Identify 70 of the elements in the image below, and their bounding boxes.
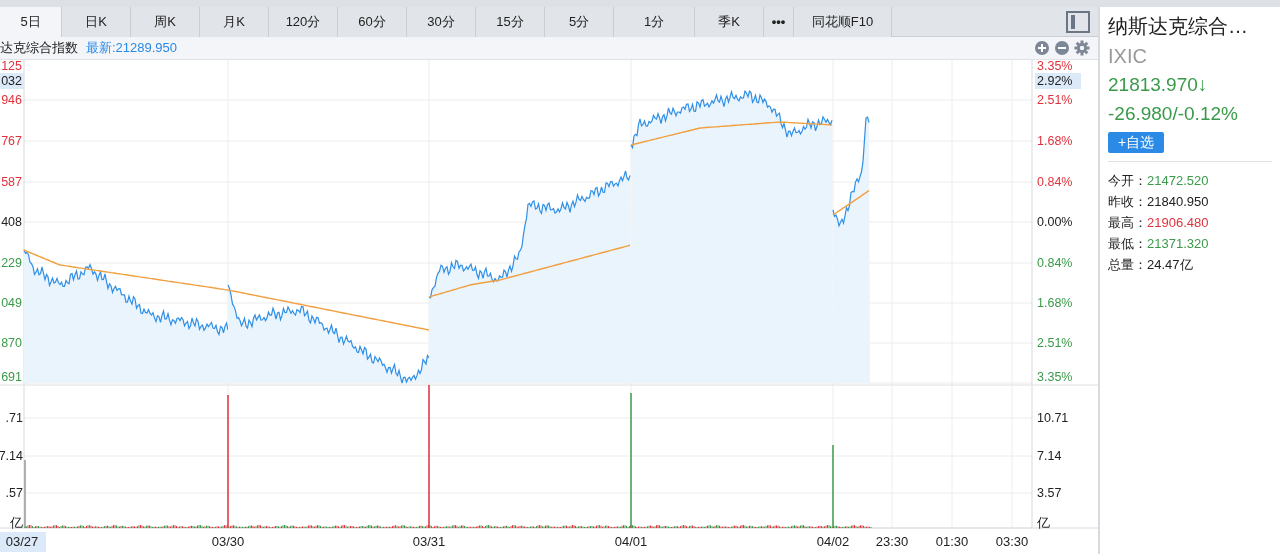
axis-label: 049 [1, 296, 22, 310]
stat-label: 最高： [1108, 214, 1147, 232]
settings-icon[interactable] [1074, 40, 1090, 56]
stat-label: 总量： [1108, 256, 1147, 274]
period-tab[interactable]: 季K [695, 7, 764, 37]
period-tab[interactable]: 5分 [545, 7, 614, 37]
zoom-out-icon[interactable] [1054, 40, 1070, 56]
axis-label: 03/30 [211, 534, 245, 549]
axis-label: 04/01 [614, 534, 648, 549]
stat-label: 昨收： [1108, 193, 1147, 211]
axis-label: 1.68% [1037, 296, 1073, 310]
axis-label: 408 [1, 215, 22, 229]
axis-label: 032 [1, 74, 22, 88]
period-tab[interactable]: 1分 [614, 7, 695, 37]
sidebar-toggle-icon[interactable] [1066, 10, 1090, 33]
index-title: 纳斯达克综合… [1108, 14, 1249, 39]
axis-label: 3.35% [1037, 60, 1073, 73]
axis-label: 04/02 [816, 534, 850, 549]
zoom-in-icon[interactable] [1034, 40, 1050, 56]
axis-label: 229 [1, 256, 22, 270]
period-tab[interactable]: 60分 [338, 7, 407, 37]
period-tab[interactable]: 日K [62, 7, 131, 37]
axis-label: 2.51% [1037, 93, 1073, 107]
period-tab[interactable]: 周K [131, 7, 200, 37]
stat-value: 21472.520 [1147, 172, 1209, 190]
axis-label: 0.00% [1037, 215, 1073, 229]
latest-price: 最新:21289.950 [86, 39, 178, 58]
axis-label: 7.14 [1037, 449, 1062, 463]
axis-label: 亿 [1037, 516, 1050, 530]
axis-label: 23:30 [875, 534, 909, 549]
stat-value: 24.47亿 [1147, 256, 1193, 274]
period-tab[interactable]: 同花顺F10 [794, 7, 892, 37]
axis-label: 767 [1, 134, 22, 148]
axis-label: 03:30 [995, 534, 1029, 549]
axis-label: .57 [5, 486, 23, 500]
axis-label: 946 [1, 93, 22, 107]
add-watchlist-button[interactable]: +自选 [1108, 132, 1165, 153]
period-tab[interactable]: 120分 [269, 7, 338, 37]
stat-label: 今开： [1108, 172, 1147, 190]
axis-label: 2.51% [1037, 336, 1073, 350]
period-tab[interactable]: 30分 [407, 7, 476, 37]
stat-value: 21906.480 [1147, 214, 1209, 232]
axis-label: 01:30 [935, 534, 969, 549]
axis-label: 0.84% [1037, 256, 1073, 270]
axis-label: 03/27 [5, 534, 39, 549]
axis-label: 2.92% [1037, 74, 1073, 88]
axis-label: 587 [1, 175, 22, 189]
period-tab[interactable]: 5日 [0, 7, 62, 37]
axis-label: 03/31 [412, 534, 446, 549]
axis-label: .71 [5, 411, 23, 425]
stat-label: 最低： [1108, 235, 1147, 253]
price-change: -26.980/-0.12% [1108, 101, 1239, 126]
axis-label: 1.68% [1037, 134, 1073, 148]
axis-label: 691 [1, 370, 22, 384]
axis-label: 3.35% [1037, 370, 1073, 384]
axis-label: 亿 [10, 516, 23, 530]
axis-label: 125 [1, 60, 22, 73]
axis-label: 0.84% [1037, 175, 1073, 189]
axis-label: 10.71 [1037, 411, 1069, 425]
stat-value: 21371.320 [1147, 235, 1209, 253]
period-tab[interactable]: 月K [200, 7, 269, 37]
axis-label: 870 [1, 336, 22, 350]
period-tab[interactable]: 15分 [476, 7, 545, 37]
axis-label: 7.14 [0, 449, 23, 463]
current-price: 21813.970↓ [1108, 73, 1209, 97]
stat-value: 21840.950 [1147, 193, 1209, 211]
period-tab[interactable]: ••• [764, 7, 794, 37]
index-name: 达克综合指数 [0, 39, 78, 58]
index-code: IXIC [1108, 44, 1148, 69]
axis-label: 3.57 [1037, 486, 1062, 500]
